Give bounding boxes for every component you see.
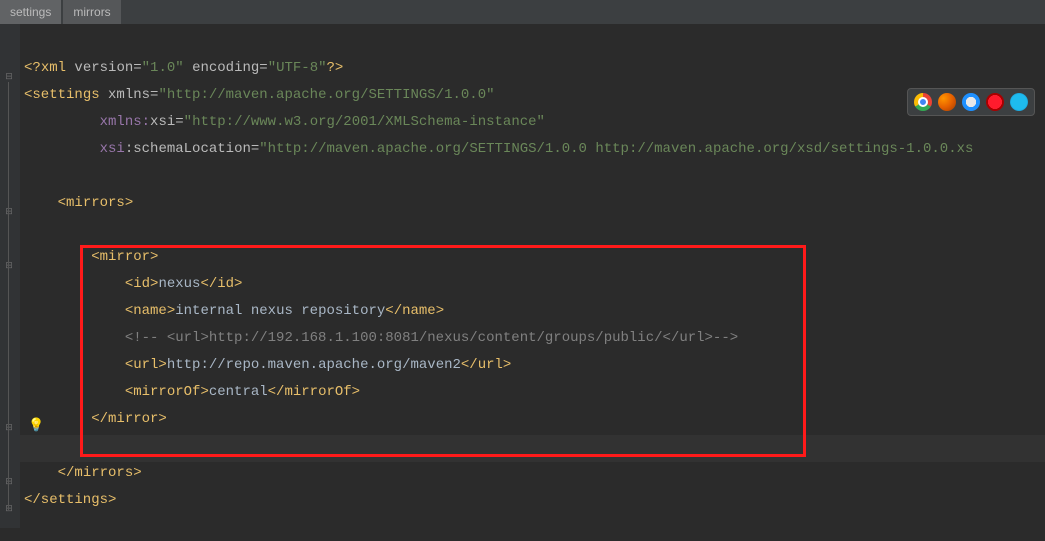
url-open: <url> [125, 357, 167, 373]
ie-icon[interactable] [1010, 93, 1028, 111]
encoding-attr: encoding= [184, 60, 268, 76]
editor[interactable]: ⊟ ⊟ ⊟ ⊟ ⊟ ⊟ <?xml version="1.0" encoding… [0, 24, 1045, 541]
xml-decl-name: xml [41, 60, 66, 76]
xmlns-xsi-name: xsi [150, 114, 175, 130]
url-text: http://repo.maven.apache.org/maven2 [167, 357, 461, 373]
version-val: "1.0" [142, 60, 184, 76]
xmlns-xsi-val: "http://www.w3.org/2001/XMLSchema-instan… [184, 114, 545, 130]
fold-mirror-open[interactable]: ⊟ [4, 261, 14, 271]
fold-settings-open[interactable]: ⊟ [4, 72, 14, 82]
id-text: nexus [158, 276, 200, 292]
fold-mirror-close[interactable]: ⊟ [4, 423, 14, 433]
fold-mirrors-close[interactable]: ⊟ [4, 477, 14, 487]
safari-icon[interactable] [962, 93, 980, 111]
xmlns-val: "http://maven.apache.org/SETTINGS/1.0.0" [158, 87, 494, 103]
mirrors-open: <mirrors> [58, 195, 134, 211]
gutter: ⊟ ⊟ ⊟ ⊟ ⊟ ⊟ [0, 24, 20, 528]
xml-decl-close: ?> [327, 60, 344, 76]
xsi-colon: : [125, 141, 133, 157]
name-close: </name> [385, 303, 444, 319]
settings-tag: settings [32, 87, 99, 103]
breadcrumb-mirrors[interactable]: mirrors [63, 0, 120, 24]
id-close: </id> [200, 276, 242, 292]
name-open: <name> [125, 303, 175, 319]
fold-guide [8, 82, 9, 510]
url-close: </url> [461, 357, 511, 373]
mirrors-close: </mirrors> [58, 465, 142, 481]
chrome-icon[interactable] [914, 93, 932, 111]
fold-mirrors-open[interactable]: ⊟ [4, 207, 14, 217]
id-open: <id> [125, 276, 159, 292]
encoding-val: "UTF-8" [268, 60, 327, 76]
settings-close: </settings> [24, 492, 116, 508]
name-text: internal nexus repository [175, 303, 385, 319]
mirror-close: </mirror> [91, 411, 167, 427]
version-attr: version= [66, 60, 142, 76]
xmlns-attr: xmlns= [100, 87, 159, 103]
schemaloc-attr: schemaLocation= [133, 141, 259, 157]
code-area[interactable]: <?xml version="1.0" encoding="UTF-8"?> <… [20, 24, 973, 541]
breadcrumb: settings mirrors [0, 0, 1045, 24]
mirrorof-open: <mirrorOf> [125, 384, 209, 400]
xml-decl-open: <? [24, 60, 41, 76]
open-in-browser-toolbar [907, 88, 1035, 116]
breadcrumb-settings[interactable]: settings [0, 0, 61, 24]
fold-settings-close[interactable]: ⊟ [4, 504, 14, 514]
xmlns-xsi-prefix: xmlns: [100, 114, 150, 130]
xmlns-xsi-eq: = [175, 114, 183, 130]
comment-url: <!-- <url>http://192.168.1.100:8081/nexu… [125, 330, 738, 346]
schemaloc-val: "http://maven.apache.org/SETTINGS/1.0.0 … [259, 141, 973, 157]
opera-icon[interactable] [986, 93, 1004, 111]
mirror-open: <mirror> [91, 249, 158, 265]
mirrorof-text: central [209, 384, 268, 400]
firefox-icon[interactable] [938, 93, 956, 111]
mirrorof-close: </mirrorOf> [268, 384, 360, 400]
xsi-prefix: xsi [100, 141, 125, 157]
intention-bulb-icon[interactable]: 💡 [28, 418, 44, 434]
